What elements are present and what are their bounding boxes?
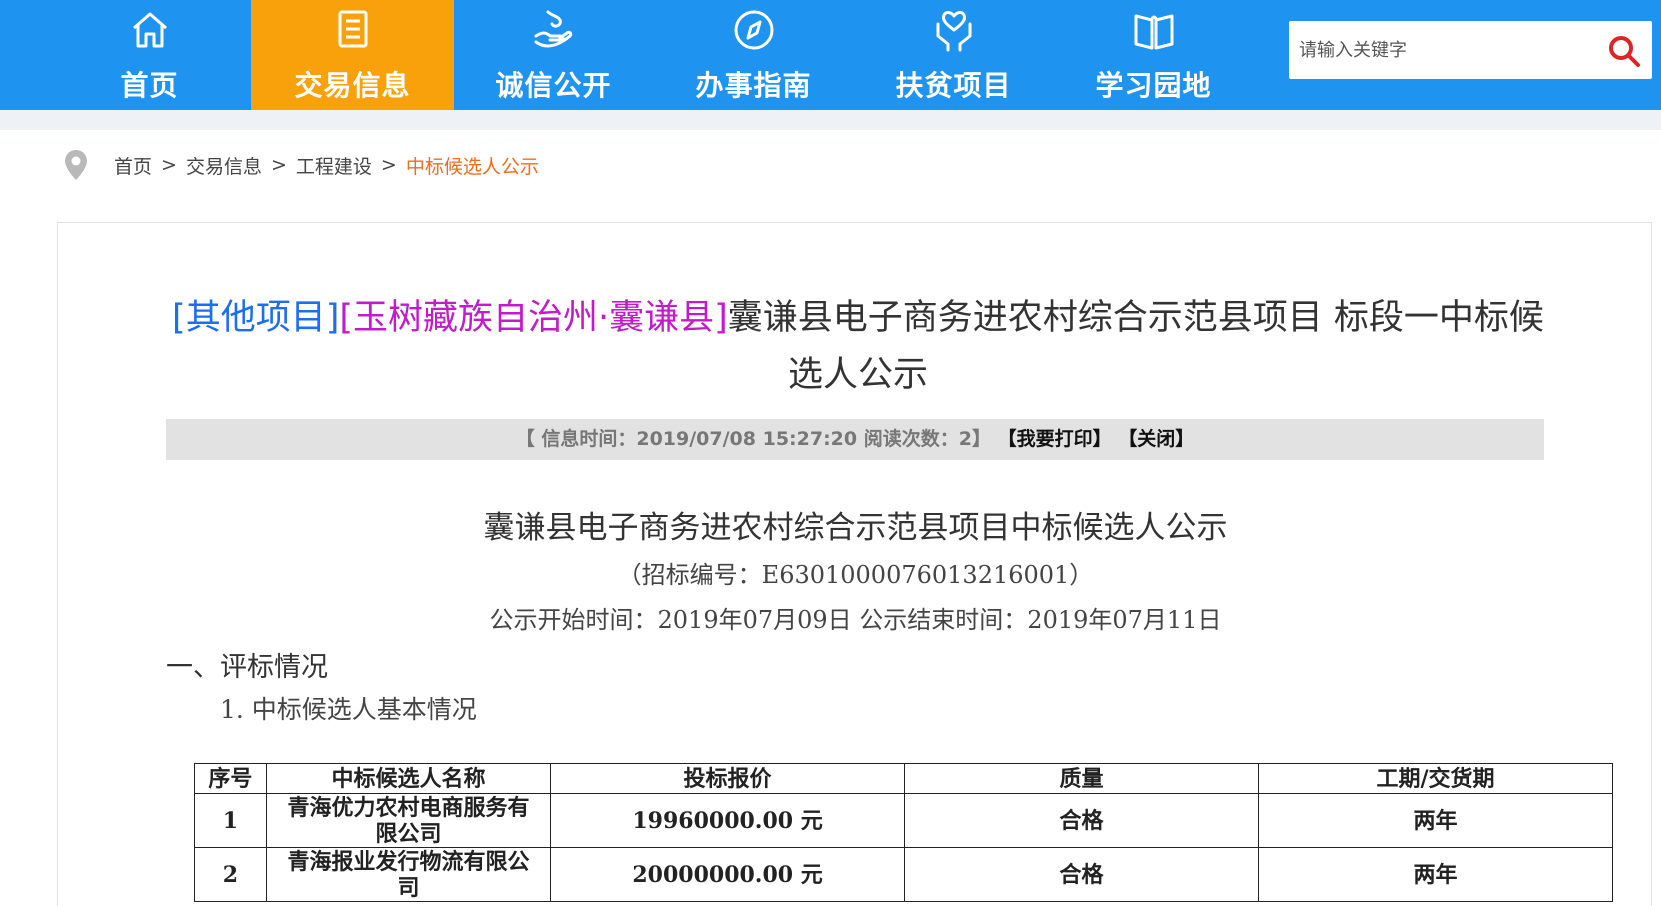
nav-label: 交易信息 [294,69,411,102]
nav-label: 扶贫项目 [895,69,1012,102]
nav-item-home[interactable]: 首页 [48,0,251,110]
home-icon [132,12,167,48]
nav-label: 学习园地 [1095,69,1212,102]
nav-label: 诚信公开 [495,69,612,102]
compass-icon [734,10,773,50]
nav-item-trade-info[interactable]: 交易信息 [251,0,454,110]
breadcrumb-engineering[interactable]: 工程建设 [296,152,372,179]
search-input[interactable] [1299,31,1589,69]
close-button[interactable]: 【关闭】 [1118,428,1194,450]
candidate-name: 青海报业发行物流有限公司 [265,847,552,902]
sub-heading: 1. 中标候选人基本情况 [220,695,477,724]
top-nav-bar: 首页 交易信息 诚信公开 办事指南 扶贫项目 学习园地 [0,0,1661,110]
document-title: 囊谦县电子商务进农村综合示范县项目中标候选人公示 [483,510,1228,546]
hand-care-icon [534,10,572,48]
table-row: 2 青海报业发行物流有限公司 20000000.00 元 合格 两年 [194,847,1613,902]
search-box [1289,21,1652,79]
print-button[interactable]: 【我要打印】 [998,428,1112,450]
document-dates: 公示开始时间：2019年07月09日 公示结束时间：2019年07月11日 [489,606,1222,634]
table-header-cell: 中标候选人名称 [265,763,552,794]
breadcrumb-home[interactable]: 首页 [114,152,152,179]
breadcrumb: 首页 > 交易信息 > 工程建设 > 中标候选人公示 [64,148,539,182]
search-icon[interactable] [1606,33,1642,69]
nav-label: 办事指南 [695,69,812,102]
row-number: 2 [194,847,267,902]
article-title-text: 囊谦县电子商务进农村综合示范县项目 标段一中标候选人公示 [727,298,1544,395]
nav-divider [0,110,1661,130]
row-number: 1 [194,793,267,848]
breadcrumb-current: 中标候选人公示 [405,155,539,178]
table-header-row: 序号 中标候选人名称 投标报价 质量 工期/交货期 [194,763,1613,794]
heart-hands-icon [936,11,971,52]
bid-price: 20000000.00 元 [550,847,906,902]
nav-item-learning[interactable]: 学习园地 [1052,0,1255,110]
candidates-table: 序号 中标候选人名称 投标报价 质量 工期/交货期 1 青海优力农村电商服务有限… [194,763,1613,902]
document-list-icon [338,10,367,48]
table-header-cell: 质量 [904,763,1259,794]
table-row: 1 青海优力农村电商服务有限公司 19960000.00 元 合格 两年 [194,793,1613,848]
location-pin-icon [65,150,87,180]
table-header-cell: 投标报价 [550,763,906,794]
candidate-name: 青海优力农村电商服务有限公司 [265,793,552,848]
section-heading: 一、评标情况 [166,652,328,683]
nav-item-poverty[interactable]: 扶贫项目 [852,0,1055,110]
breadcrumb-separator: > [270,154,287,176]
article-meta-bar: 【 信息时间：2019/07/08 15:27:20 阅读次数：2】 【我要打印… [166,419,1544,460]
article-category[interactable]: [其他项目] [172,298,339,338]
article-region[interactable]: [玉树藏族自治州·囊谦县] [339,298,727,338]
nav-item-guide[interactable]: 办事指南 [652,0,855,110]
nav-label: 首页 [120,69,179,102]
table-header-cell: 序号 [194,763,267,794]
delivery-period: 两年 [1258,793,1613,848]
quality: 合格 [904,847,1259,902]
table-header-cell: 工期/交货期 [1258,763,1613,794]
document-code: （招标编号：E6301000076013216001） [617,561,1094,589]
bid-price: 19960000.00 元 [550,793,906,848]
breadcrumb-separator: > [161,154,177,176]
book-icon [1134,14,1173,50]
breadcrumb-separator: > [380,154,397,176]
breadcrumb-trade-info[interactable]: 交易信息 [186,152,262,179]
delivery-period: 两年 [1258,847,1613,902]
nav-item-credit[interactable]: 诚信公开 [452,0,655,110]
article-title: [其他项目][玉树藏族自治州·囊谦县]囊谦县电子商务进农村综合示范县项目 标段一… [160,290,1556,404]
quality: 合格 [904,793,1259,848]
article-meta-info: 【 信息时间：2019/07/08 15:27:20 阅读次数：2】 [515,428,991,450]
